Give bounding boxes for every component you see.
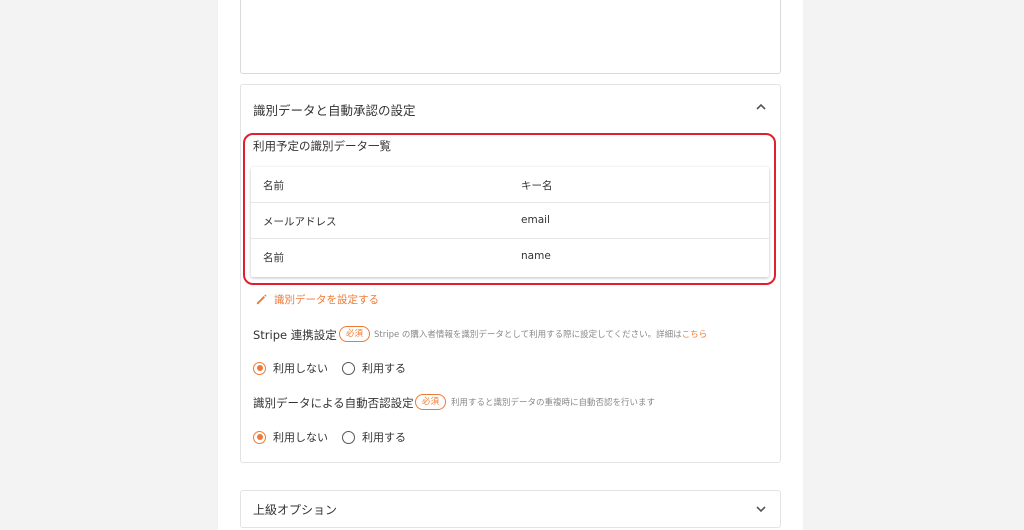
- stripe-radio-group: 利用しない 利用する: [253, 360, 420, 376]
- stripe-hint-text: Stripe の購入者情報を識別データとして利用する際に設定してください。詳細は: [374, 330, 682, 340]
- header-key: キー名: [521, 180, 553, 192]
- radio-checked-icon: [253, 361, 266, 375]
- radio-label: 利用する: [362, 431, 406, 444]
- row-name: 名前: [263, 252, 284, 264]
- table-row: メールアドレス email: [251, 203, 769, 239]
- table-row: 名前 name: [251, 239, 769, 275]
- row-key: name: [521, 250, 551, 262]
- auto-deny-option-on[interactable]: 利用する: [342, 429, 406, 445]
- radio-label: 利用しない: [273, 362, 328, 375]
- radio-checked-icon: [253, 430, 266, 444]
- stripe-setting-label: Stripe 連携設定: [253, 328, 337, 342]
- auto-deny-radio-group: 利用しない 利用する: [253, 429, 420, 445]
- stripe-option-on[interactable]: 利用する: [342, 360, 406, 376]
- auto-deny-option-off[interactable]: 利用しない: [253, 429, 328, 445]
- required-badge: 必須: [339, 326, 371, 342]
- chevron-up-icon[interactable]: [751, 97, 771, 117]
- chevron-down-icon[interactable]: [751, 499, 771, 519]
- settings-page: 識別データと自動承認の設定 利用予定の識別データ一覧 名前 キー名 メールアドレ…: [218, 0, 803, 530]
- identification-table: 名前 キー名 メールアドレス email 名前 name: [251, 167, 769, 277]
- panel-title: 識別データと自動承認の設定: [253, 103, 416, 118]
- auto-deny-setting-label: 識別データによる自動否認設定: [253, 396, 414, 410]
- description-textarea[interactable]: [240, 0, 781, 74]
- pencil-icon: [256, 294, 267, 305]
- radio-label: 利用しない: [273, 431, 328, 444]
- set-identification-link[interactable]: 識別データを設定する: [255, 292, 379, 307]
- advanced-options-title: 上級オプション: [253, 503, 338, 517]
- auto-deny-hint: 利用すると識別データの重複時に自動否認を行います: [451, 398, 656, 408]
- radio-unchecked-icon: [342, 361, 355, 375]
- stripe-option-off[interactable]: 利用しない: [253, 360, 328, 376]
- header-name: 名前: [263, 180, 284, 192]
- radio-label: 利用する: [362, 362, 406, 375]
- stripe-hint: Stripe の購入者情報を識別データとして利用する際に設定してください。詳細は…: [374, 328, 707, 340]
- details-link[interactable]: こちら: [682, 330, 708, 340]
- row-name: メールアドレス: [263, 216, 337, 228]
- row-key: email: [521, 214, 550, 226]
- required-badge: 必須: [415, 394, 447, 410]
- identification-list-title: 利用予定の識別データ一覧: [253, 139, 391, 153]
- radio-unchecked-icon: [342, 430, 355, 444]
- advanced-options-panel[interactable]: 上級オプション: [240, 490, 781, 528]
- set-identification-label: 識別データを設定する: [274, 294, 379, 306]
- table-header-row: 名前 キー名: [251, 167, 769, 203]
- identification-settings-panel: 識別データと自動承認の設定 利用予定の識別データ一覧 名前 キー名 メールアドレ…: [240, 84, 781, 463]
